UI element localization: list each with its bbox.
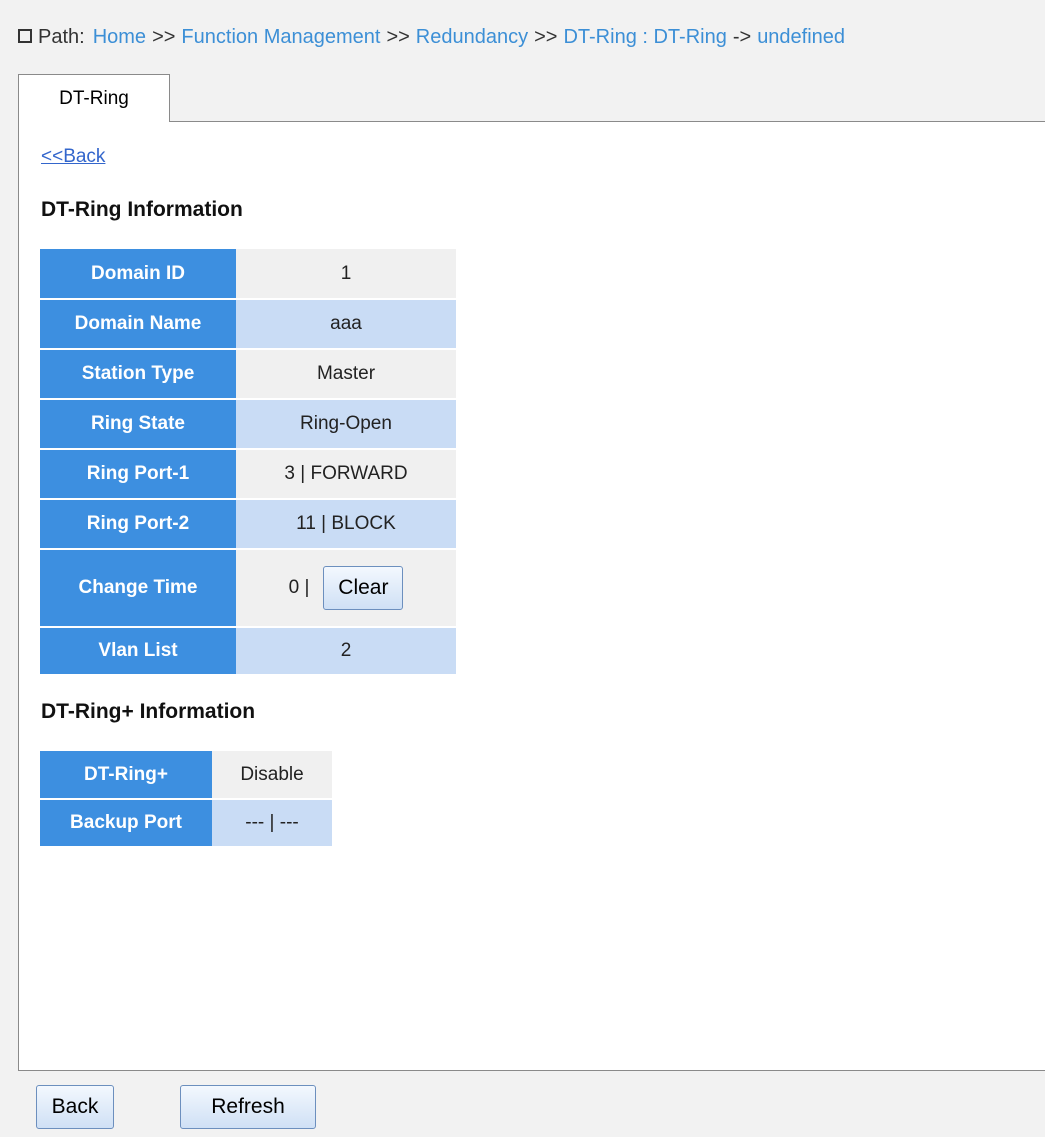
table-row: Station Type Master	[40, 349, 456, 400]
table-row: Ring State Ring-Open	[40, 399, 456, 450]
dt-ring-plus-info-table: DT-Ring+ Disable Backup Port --- | ---	[40, 751, 332, 848]
breadcrumb-dt-ring[interactable]: DT-Ring : DT-Ring	[563, 26, 726, 49]
breadcrumb-undefined[interactable]: undefined	[757, 26, 845, 49]
station-type-label: Station Type	[40, 349, 236, 400]
ring-port-1-label: Ring Port-1	[40, 449, 236, 500]
dt-ring-plus-value: Disable	[212, 751, 332, 800]
breadcrumb-separator: >>	[386, 25, 410, 48]
change-time-label: Change Time	[40, 549, 236, 628]
back-link[interactable]: <<Back	[41, 146, 105, 168]
table-row: Backup Port --- | ---	[40, 799, 332, 848]
content-panel: <<Back DT-Ring Information Domain ID 1 D…	[18, 121, 1045, 1071]
backup-port-value: --- | ---	[212, 799, 332, 848]
change-time-value: 0 |	[288, 577, 310, 598]
path-label: Path:	[38, 25, 85, 48]
dt-ring-info-table: Domain ID 1 Domain Name aaa Station Type…	[40, 249, 456, 676]
dt-ring-plus-label: DT-Ring+	[40, 751, 212, 800]
breadcrumb-separator: >>	[152, 25, 176, 48]
table-row: Ring Port-2 11 | BLOCK	[40, 499, 456, 550]
breadcrumb-separator: >>	[534, 25, 558, 48]
ring-port-2-label: Ring Port-2	[40, 499, 236, 550]
breadcrumb: Path: Home >> Function Management >> Red…	[18, 24, 845, 50]
domain-name-label: Domain Name	[40, 299, 236, 350]
domain-id-value: 1	[236, 249, 456, 300]
clear-button[interactable]: Clear	[323, 566, 404, 610]
breadcrumb-separator: ->	[732, 25, 752, 48]
tab-dt-ring[interactable]: DT-Ring	[18, 74, 170, 122]
back-button[interactable]: Back	[36, 1085, 114, 1129]
table-row: Domain Name aaa	[40, 299, 456, 350]
backup-port-label: Backup Port	[40, 799, 212, 848]
station-type-value: Master	[236, 349, 456, 400]
table-row: DT-Ring+ Disable	[40, 751, 332, 800]
square-icon	[18, 29, 32, 43]
table-row: Vlan List 2	[40, 627, 456, 676]
dt-ring-plus-information-title: DT-Ring+ Information	[41, 700, 256, 723]
table-row: Ring Port-1 3 | FORWARD	[40, 449, 456, 500]
refresh-button[interactable]: Refresh	[180, 1085, 316, 1129]
breadcrumb-redundancy[interactable]: Redundancy	[416, 26, 528, 49]
ring-state-value: Ring-Open	[236, 399, 456, 450]
ring-port-1-value: 3 | FORWARD	[236, 449, 456, 500]
domain-id-label: Domain ID	[40, 249, 236, 300]
breadcrumb-function-management[interactable]: Function Management	[181, 26, 380, 49]
ring-state-label: Ring State	[40, 399, 236, 450]
dt-ring-information-title: DT-Ring Information	[41, 198, 243, 221]
vlan-list-label: Vlan List	[40, 627, 236, 676]
change-time-cell: 0 | Clear	[236, 549, 456, 628]
table-row: Change Time 0 | Clear	[40, 549, 456, 628]
domain-name-value: aaa	[236, 299, 456, 350]
vlan-list-value: 2	[236, 627, 456, 676]
breadcrumb-home[interactable]: Home	[93, 26, 146, 49]
ring-port-2-value: 11 | BLOCK	[236, 499, 456, 550]
table-row: Domain ID 1	[40, 249, 456, 300]
